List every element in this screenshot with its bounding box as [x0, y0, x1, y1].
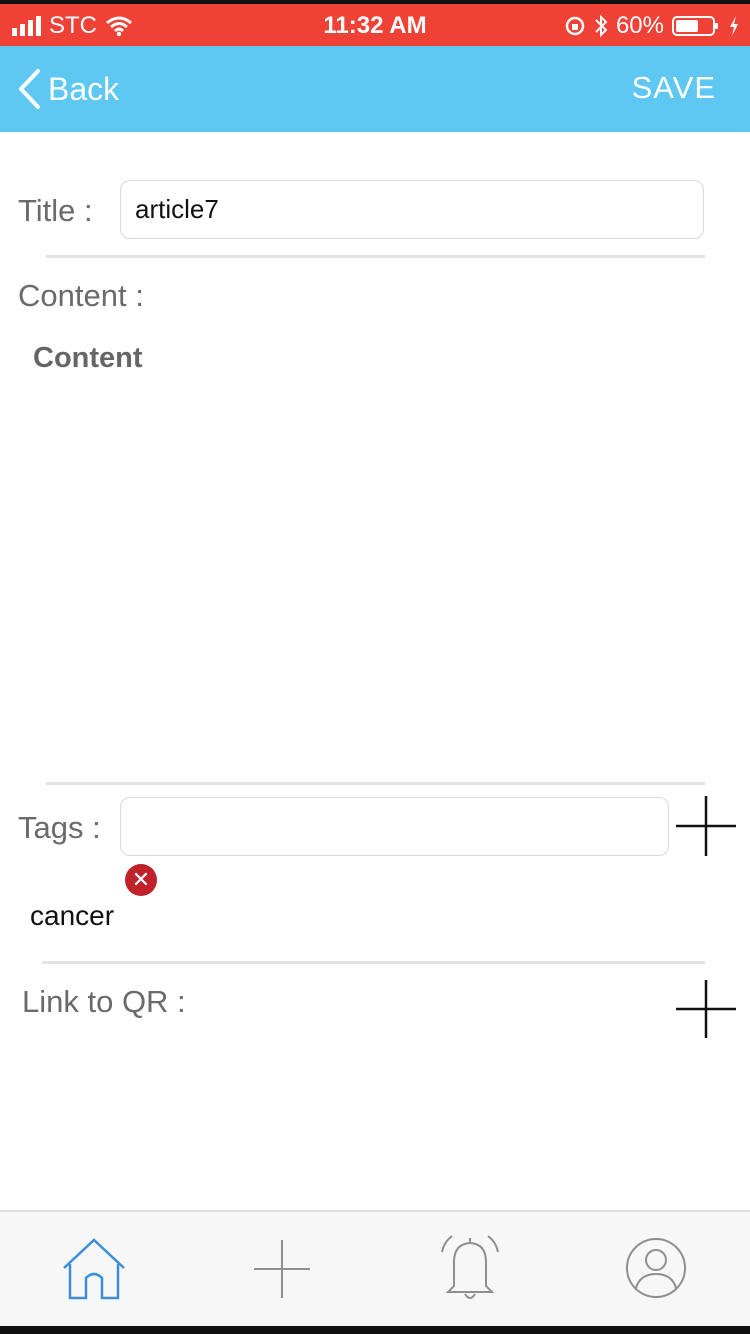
tab-add[interactable]	[244, 1230, 320, 1306]
back-label: Back	[48, 70, 120, 107]
rotation-lock-icon	[565, 16, 585, 36]
status-bar: STC 11:32 AM 60%	[0, 0, 750, 46]
plus-icon	[254, 1240, 310, 1298]
remove-tag-icon[interactable]: ✕	[125, 864, 157, 896]
back-button[interactable]: Back	[16, 68, 119, 110]
bottom-edge	[0, 1326, 750, 1334]
content-editor[interactable]: Content	[33, 342, 143, 375]
save-button[interactable]: SAVE	[632, 70, 716, 106]
bell-icon	[441, 1235, 499, 1299]
tab-bar	[0, 1210, 750, 1326]
divider-content	[46, 782, 705, 785]
plus-icon	[676, 980, 736, 1038]
plus-icon	[676, 796, 736, 856]
tag-label: cancer	[30, 900, 115, 931]
charging-icon	[730, 16, 738, 36]
tab-notifications[interactable]	[432, 1230, 508, 1306]
chevron-left-icon	[19, 69, 40, 109]
tab-profile[interactable]	[618, 1230, 694, 1306]
tags-input[interactable]	[120, 797, 669, 856]
tags-label: Tags :	[18, 810, 101, 845]
qr-label: Link to QR :	[22, 984, 186, 1019]
title-label: Title :	[18, 193, 93, 228]
bluetooth-icon	[595, 14, 608, 38]
nav-bar: Back SAVE	[0, 46, 750, 132]
add-tag-button[interactable]	[676, 796, 736, 856]
divider-tags	[42, 961, 705, 964]
title-input[interactable]	[120, 180, 704, 239]
tag-chip: ✕ cancer	[30, 864, 160, 934]
status-right: 60%	[564, 12, 740, 40]
content-label: Content :	[18, 278, 144, 313]
divider-title	[46, 255, 705, 258]
user-icon	[626, 1238, 686, 1298]
home-icon	[63, 1238, 125, 1300]
battery-icon	[672, 16, 718, 36]
battery-percent: 60%	[615, 12, 664, 39]
add-qr-button[interactable]	[676, 980, 736, 1040]
tab-home[interactable]	[56, 1230, 132, 1306]
